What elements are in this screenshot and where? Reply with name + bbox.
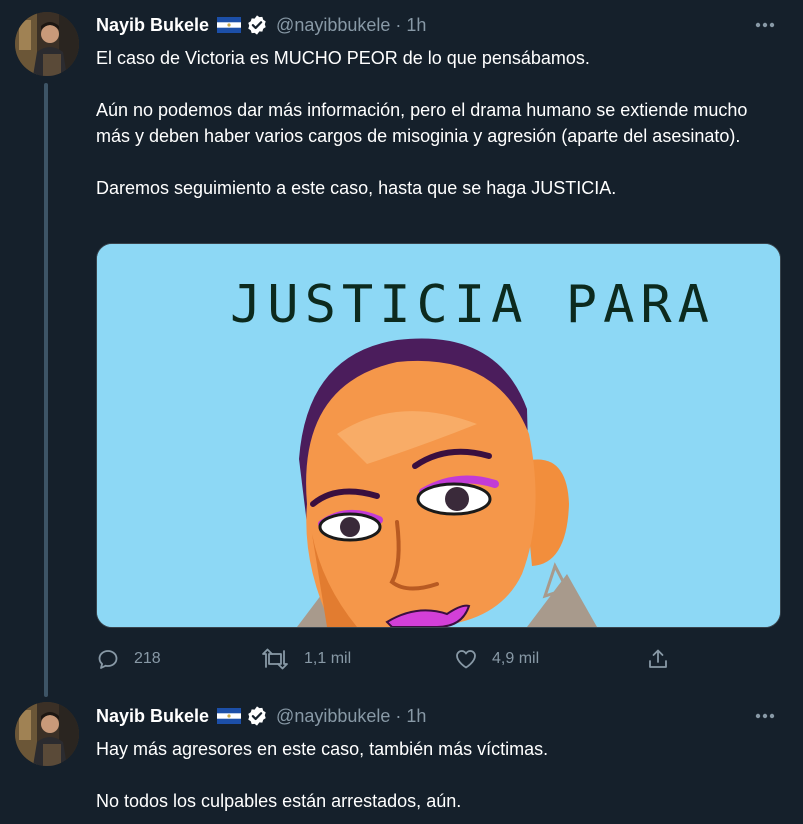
tweet-2[interactable]: Nayib Bukele @nayibbukele · 1h Hay más a…	[0, 690, 803, 824]
verified-badge-icon	[246, 14, 268, 36]
tweet-text: Hay más agresores en este caso, también …	[96, 736, 786, 814]
timestamp[interactable]: 1h	[406, 706, 426, 727]
tweet-paragraph: No todos los culpables están arrestados,…	[96, 791, 462, 811]
reply-button[interactable]: 218	[96, 645, 161, 673]
avatar[interactable]	[15, 702, 79, 766]
share-button[interactable]	[646, 645, 684, 673]
retweet-count: 1,1 mil	[304, 650, 352, 667]
retweet-button[interactable]: 1,1 mil	[260, 645, 351, 673]
tweet-header: Nayib Bukele @nayibbukele · 1h	[96, 703, 426, 729]
like-count: 4,9 mil	[492, 650, 540, 667]
avatar[interactable]	[15, 12, 79, 76]
share-icon	[649, 649, 667, 668]
tweet-paragraph: Daremos seguimiento a este caso, hasta q…	[96, 178, 617, 198]
tweet-image[interactable]: JUSTICIA PARA	[96, 243, 781, 628]
reply-count: 218	[134, 650, 161, 667]
tweet-header: Nayib Bukele @nayibbukele · 1h	[96, 12, 426, 38]
author-name[interactable]: Nayib Bukele	[96, 15, 209, 36]
separator-dot: ·	[395, 14, 402, 35]
flag-el-salvador-icon	[217, 17, 242, 33]
author-handle[interactable]: @nayibbukele	[276, 706, 390, 727]
thread-line	[44, 83, 48, 697]
tweet-actions: 218 1,1 mil 4,9 mil	[96, 645, 676, 673]
more-options-icon[interactable]	[753, 704, 777, 728]
image-headline: JUSTICIA PARA	[230, 275, 715, 335]
tweet-text: El caso de Victoria es MUCHO PEOR de lo …	[96, 45, 786, 201]
tweet-1[interactable]: Nayib Bukele @nayibbukele · 1h El caso d…	[0, 0, 803, 697]
tweet-paragraph: Hay más agresores en este caso, también …	[96, 739, 549, 759]
flag-el-salvador-icon	[217, 708, 242, 724]
like-button[interactable]: 4,9 mil	[454, 645, 539, 673]
retweet-icon	[262, 648, 288, 670]
author-name[interactable]: Nayib Bukele	[96, 706, 209, 727]
heart-icon	[456, 650, 476, 669]
tweet-paragraph: Aún no podemos dar más información, pero…	[96, 100, 748, 146]
verified-badge-icon	[246, 705, 268, 727]
timestamp[interactable]: 1h	[406, 15, 426, 36]
more-options-icon[interactable]	[753, 13, 777, 37]
separator-dot: ·	[395, 705, 402, 726]
tweet-paragraph: El caso de Victoria es MUCHO PEOR de lo …	[96, 48, 590, 68]
author-handle[interactable]: @nayibbukele	[276, 15, 390, 36]
reply-icon	[98, 650, 118, 669]
